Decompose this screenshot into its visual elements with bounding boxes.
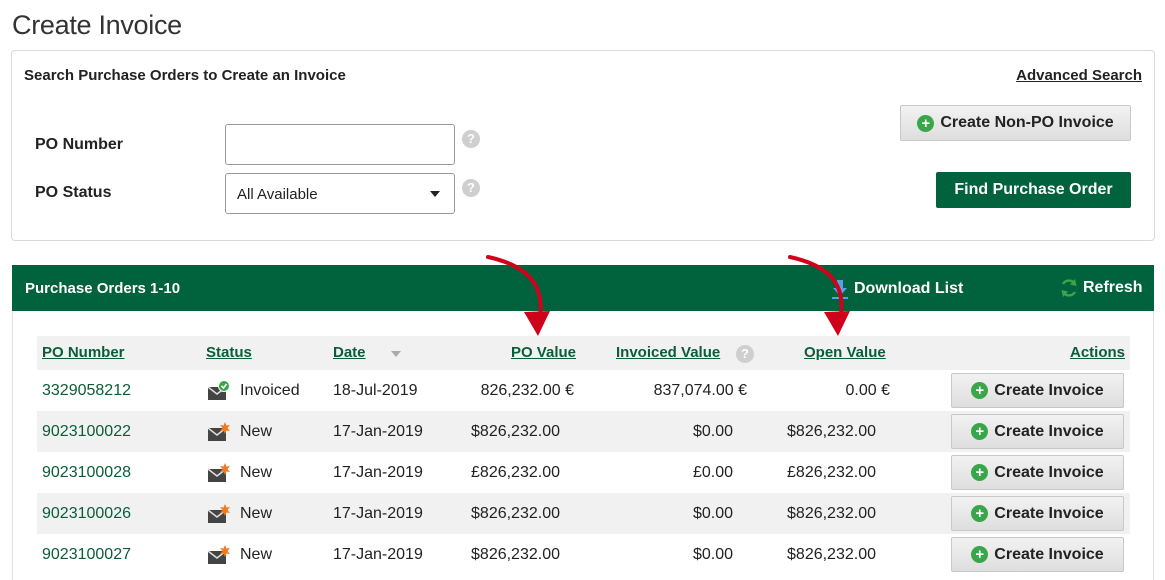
open-value-text: $826,232.00 bbox=[787, 546, 876, 563]
page-title: Create Invoice bbox=[12, 10, 182, 40]
find-purchase-order-label: Find Purchase Order bbox=[954, 181, 1113, 198]
open-value-text: 0.00 € bbox=[845, 382, 890, 399]
refresh-icon bbox=[1061, 279, 1077, 297]
po-number-link[interactable]: 3329058212 bbox=[42, 382, 131, 400]
table-row: 9023100027 New 17-Jan-2019 $826,232.00 $… bbox=[37, 534, 1130, 575]
help-icon[interactable]: ? bbox=[462, 179, 480, 197]
status-text: New bbox=[240, 464, 273, 481]
table-row: 3329058212 Invoiced 18-Jul-2019 826,232.… bbox=[37, 370, 1130, 411]
purchase-orders-table: PO Number Status Date PO Value Invoiced … bbox=[12, 311, 1154, 580]
refresh-button[interactable]: Refresh bbox=[1059, 278, 1143, 298]
search-heading: Search Purchase Orders to Create an Invo… bbox=[24, 67, 346, 84]
po-value-text: $826,232.00 bbox=[471, 546, 560, 563]
advanced-search-link[interactable]: Advanced Search bbox=[1016, 67, 1142, 84]
invoiced-value-text: £0.00 bbox=[692, 464, 733, 481]
column-header-date[interactable]: Date bbox=[333, 344, 366, 361]
po-value-text: 826,232.00 € bbox=[480, 382, 574, 399]
date-text: 17-Jan-2019 bbox=[333, 423, 423, 440]
create-invoice-button[interactable]: + Create Invoice bbox=[951, 373, 1124, 408]
column-header-po-value[interactable]: PO Value bbox=[511, 344, 576, 361]
create-invoice-label: Create Invoice bbox=[994, 463, 1104, 481]
table-row: 9023100028 New 17-Jan-2019 £826,232.00 £… bbox=[37, 452, 1130, 493]
plus-circle-icon: + bbox=[917, 114, 935, 132]
find-purchase-order-button[interactable]: Find Purchase Order bbox=[936, 172, 1131, 208]
status-text: New bbox=[240, 423, 273, 440]
po-status-select[interactable]: All Available bbox=[225, 173, 455, 214]
status-text: New bbox=[240, 546, 273, 563]
envelope-check-icon bbox=[207, 380, 230, 400]
open-value-text: $826,232.00 bbox=[787, 505, 876, 522]
status-text: New bbox=[240, 505, 273, 522]
envelope-new-icon bbox=[207, 504, 230, 523]
po-number-link[interactable]: 9023100028 bbox=[42, 464, 131, 482]
envelope-new-icon bbox=[207, 545, 230, 564]
create-invoice-button[interactable]: + Create Invoice bbox=[951, 455, 1124, 490]
column-header-open-value[interactable]: Open Value bbox=[804, 344, 886, 361]
invoiced-value-text: $0.00 bbox=[692, 505, 733, 522]
po-number-link[interactable]: 9023100027 bbox=[42, 546, 131, 564]
po-number-label: PO Number bbox=[35, 136, 124, 153]
refresh-label: Refresh bbox=[1083, 279, 1143, 296]
po-value-text: £826,232.00 bbox=[471, 464, 560, 481]
column-header-actions: Actions bbox=[1069, 344, 1125, 361]
po-status-value: All Available bbox=[237, 186, 318, 203]
date-text: 17-Jan-2019 bbox=[333, 505, 423, 522]
create-non-po-invoice-button[interactable]: + Create Non-PO Invoice bbox=[900, 105, 1131, 141]
envelope-new-icon bbox=[207, 422, 230, 441]
create-invoice-label: Create Invoice bbox=[994, 422, 1104, 440]
table-row: 9023100022 New 17-Jan-2019 $826,232.00 $… bbox=[37, 411, 1130, 452]
invoiced-value-text: $0.00 bbox=[692, 423, 733, 440]
column-header-invoiced-value[interactable]: Invoiced Value bbox=[616, 344, 720, 361]
plus-circle-icon: + bbox=[971, 546, 989, 563]
help-icon[interactable]: ? bbox=[736, 345, 754, 363]
status-text: Invoiced bbox=[240, 382, 300, 399]
create-non-po-invoice-label: Create Non-PO Invoice bbox=[940, 114, 1114, 131]
table-header-row: PO Number Status Date PO Value Invoiced … bbox=[37, 336, 1130, 370]
create-invoice-label: Create Invoice bbox=[994, 504, 1104, 522]
invoiced-value-text: 837,074.00 € bbox=[653, 382, 747, 399]
plus-circle-icon: + bbox=[971, 505, 989, 522]
po-value-text: $826,232.00 bbox=[471, 505, 560, 522]
envelope-new-icon bbox=[207, 463, 230, 482]
create-invoice-button[interactable]: + Create Invoice bbox=[951, 537, 1124, 572]
invoiced-value-text: $0.00 bbox=[692, 546, 733, 563]
date-text: 17-Jan-2019 bbox=[333, 464, 423, 481]
po-value-text: $826,232.00 bbox=[471, 423, 560, 440]
download-icon bbox=[832, 280, 848, 299]
plus-circle-icon: + bbox=[971, 382, 989, 399]
plus-circle-icon: + bbox=[971, 464, 989, 481]
create-invoice-button[interactable]: + Create Invoice bbox=[951, 496, 1124, 531]
plus-circle-icon: + bbox=[971, 423, 989, 440]
results-title: Purchase Orders 1-10 bbox=[25, 280, 181, 297]
po-status-label: PO Status bbox=[35, 184, 112, 201]
table-row: 9023100026 New 17-Jan-2019 $826,232.00 $… bbox=[37, 493, 1130, 534]
date-text: 17-Jan-2019 bbox=[333, 546, 423, 563]
open-value-text: $826,232.00 bbox=[787, 423, 876, 440]
create-invoice-button[interactable]: + Create Invoice bbox=[951, 414, 1124, 449]
po-number-input[interactable] bbox=[225, 124, 455, 165]
help-icon[interactable]: ? bbox=[462, 130, 480, 148]
po-number-link[interactable]: 9023100022 bbox=[42, 423, 131, 441]
sort-descending-icon bbox=[391, 351, 401, 357]
create-invoice-label: Create Invoice bbox=[994, 381, 1104, 399]
column-header-po-number[interactable]: PO Number bbox=[42, 344, 125, 361]
open-value-text: £826,232.00 bbox=[787, 464, 876, 481]
po-number-link[interactable]: 9023100026 bbox=[42, 505, 131, 523]
column-header-status[interactable]: Status bbox=[206, 344, 252, 361]
download-list-button[interactable]: Download List bbox=[830, 278, 963, 300]
search-panel: Search Purchase Orders to Create an Invo… bbox=[11, 50, 1155, 241]
chevron-down-icon bbox=[430, 191, 440, 197]
create-invoice-label: Create Invoice bbox=[994, 545, 1104, 563]
download-list-label: Download List bbox=[854, 280, 964, 297]
results-header-bar: Purchase Orders 1-10 Download List Refre… bbox=[12, 265, 1154, 311]
date-text: 18-Jul-2019 bbox=[333, 382, 418, 399]
